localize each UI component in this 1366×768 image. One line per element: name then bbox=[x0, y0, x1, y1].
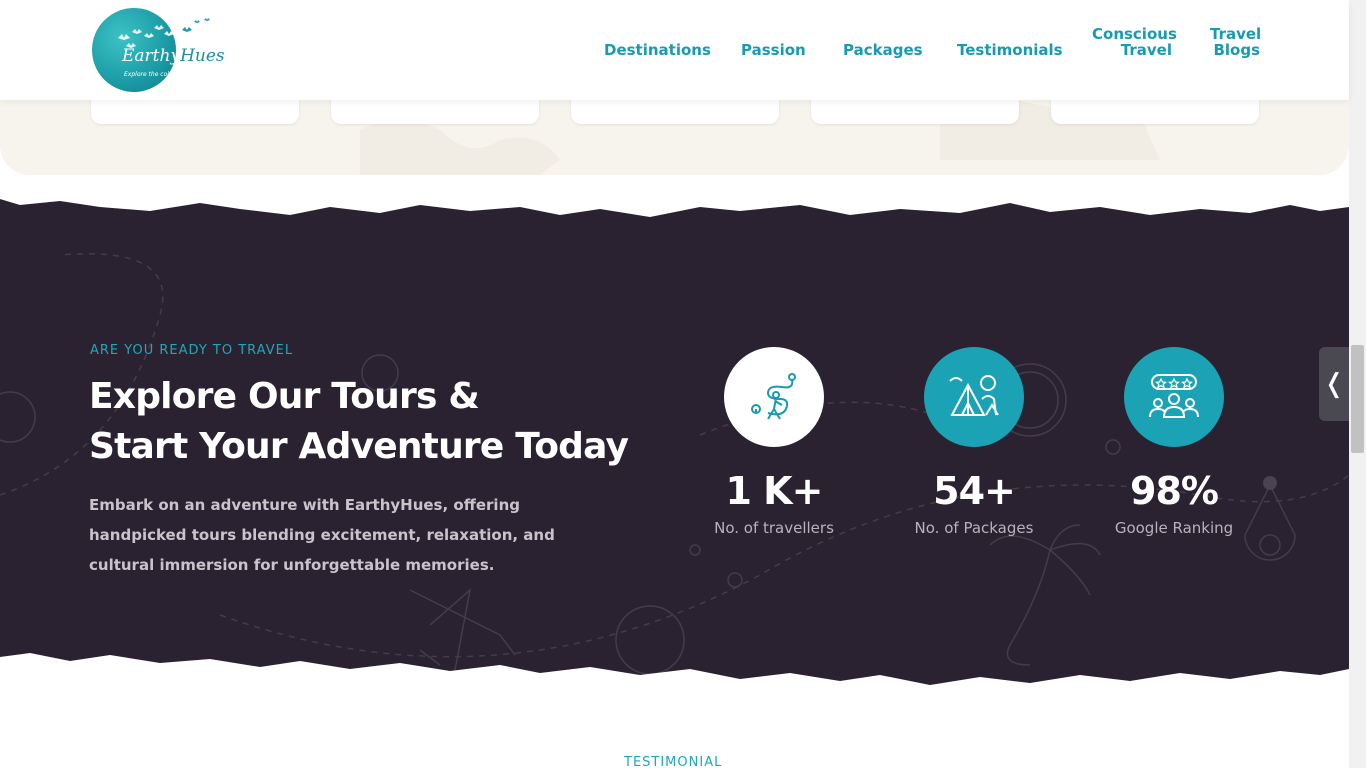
nav-passion[interactable]: Passion bbox=[741, 42, 806, 58]
stats-section: ARE YOU READY TO TRAVEL Explore Our Tour… bbox=[0, 195, 1349, 700]
headline-line-2: Start Your Adventure Today bbox=[89, 426, 629, 467]
testimonial-eyebrow: TESTIMONIAL bbox=[624, 755, 723, 768]
traveller-route-icon bbox=[724, 347, 824, 447]
nav-travel-blogs[interactable]: Travel Blogs bbox=[1210, 25, 1262, 59]
logo-tagline: Explore the colours of nature bbox=[124, 71, 212, 78]
stat-value: 98% bbox=[1130, 469, 1219, 513]
nav-travel-blogs-line2: Blogs bbox=[1213, 41, 1260, 59]
logo-wordmark: EarthyHues bbox=[122, 46, 225, 66]
scrollbar-thumb[interactable] bbox=[1351, 345, 1364, 453]
section-description: Embark on an adventure with EarthyHues, … bbox=[89, 496, 555, 574]
nav-conscious-travel-line1: Conscious bbox=[1092, 25, 1177, 43]
stat-label: Google Ranking bbox=[1114, 519, 1234, 537]
nav-conscious-travel[interactable]: Conscious Travel bbox=[1092, 25, 1177, 59]
stat-ranking: 98% Google Ranking bbox=[1074, 347, 1274, 537]
section-eyebrow: ARE YOU READY TO TRAVEL bbox=[90, 343, 294, 358]
nav-conscious-travel-line2: Travel bbox=[1120, 41, 1172, 59]
chevron-left-icon: ❬ bbox=[1323, 369, 1345, 399]
rating-group-icon bbox=[1124, 347, 1224, 447]
stat-travellers: 1 K+ No. of travellers bbox=[674, 347, 874, 537]
nav-destinations[interactable]: Destinations bbox=[604, 42, 711, 58]
torn-edge-bottom bbox=[0, 653, 1349, 700]
section-headline: Explore Our Tours & Start Your Adventure… bbox=[89, 372, 629, 472]
headline-line-1: Explore Our Tours & bbox=[89, 376, 480, 417]
logo[interactable]: EarthyHues Explore the colours of nature bbox=[92, 8, 225, 94]
stat-value: 1 K+ bbox=[725, 469, 824, 513]
stat-packages: 54+ No. of Packages bbox=[874, 347, 1074, 537]
camping-tent-icon bbox=[924, 347, 1024, 447]
stat-value: 54+ bbox=[933, 469, 1016, 513]
site-header: EarthyHues Explore the colours of nature… bbox=[0, 0, 1349, 100]
nav-testimonials[interactable]: Testimonials bbox=[957, 42, 1063, 58]
nav-packages[interactable]: Packages bbox=[843, 42, 923, 58]
stat-label: No. of Packages bbox=[914, 519, 1034, 537]
stat-label: No. of travellers bbox=[714, 519, 834, 537]
side-panel-toggle[interactable]: ❬ bbox=[1319, 347, 1349, 421]
page-scrollbar[interactable] bbox=[1349, 0, 1366, 768]
nav-travel-blogs-line1: Travel bbox=[1210, 25, 1262, 43]
